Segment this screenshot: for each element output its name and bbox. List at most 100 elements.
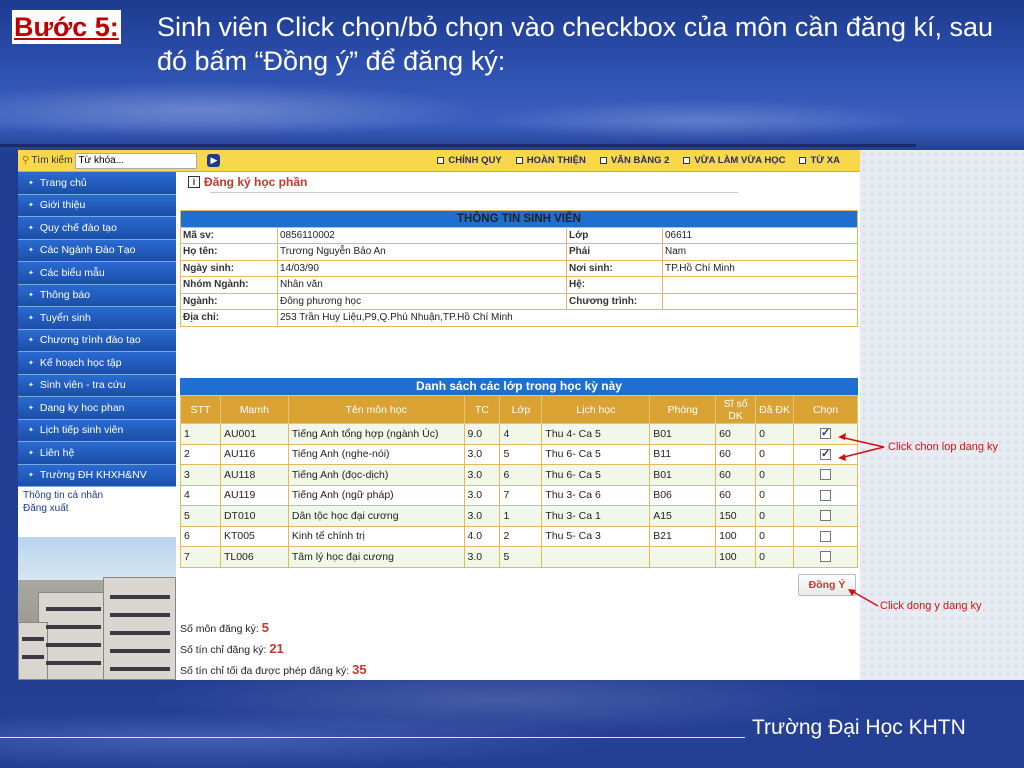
cell-tc: 3.0: [463, 464, 501, 486]
sidebar-item-label: Sinh viên - tra cứu: [39, 379, 126, 392]
cell-lop: 1: [499, 505, 543, 527]
info-key: Phái: [566, 243, 663, 261]
cell-lich: Thu 3- Ca 1: [541, 505, 651, 527]
link-label: HOÀN THIỆN: [526, 155, 586, 166]
cell-phong: A15: [649, 505, 717, 527]
arrow-right-icon: ▶: [210, 155, 218, 165]
cell-stt: 5: [180, 505, 221, 527]
bullet-icon: ✦: [28, 404, 34, 412]
summary-value: 35: [352, 662, 367, 677]
sidebar-item[interactable]: ✦ Liên hệ: [18, 442, 176, 465]
cell-tc: 3.0: [463, 443, 501, 465]
sidebar-item[interactable]: ✦ Kế hoạch học tập: [18, 352, 176, 375]
cell-stt: 3: [180, 464, 221, 486]
annotation-click-row: Click chon lop dang ky: [888, 441, 999, 453]
cell-select: [793, 505, 858, 527]
checkbox-icon: [799, 156, 807, 164]
table-row: 7 TL006 Tâm lý học đại cương 3.0 5 100 0: [180, 546, 858, 568]
sidebar-item[interactable]: ✦ Quy chế đào tạo: [18, 217, 176, 240]
bullet-icon: ✦: [28, 382, 34, 390]
info-value: 06611: [662, 226, 858, 244]
info-key: Địa chỉ:: [180, 309, 278, 327]
cell-ten: Tâm lý học đại cương: [287, 546, 465, 568]
cell-siso: 60: [715, 464, 757, 486]
cell-stt: 4: [180, 484, 221, 506]
sidebar-item[interactable]: ✦ Các biểu mẫu: [18, 262, 176, 285]
select-checkbox[interactable]: [820, 530, 831, 542]
annotation-click-agree: Click dong y dang ky: [880, 600, 982, 612]
cell-tc: 9.0: [463, 423, 501, 445]
sidebar-item-label: Lịch tiếp sinh viên: [39, 424, 124, 437]
sidebar-item-label: Kế hoạch học tập: [39, 356, 122, 369]
column-header: Chọn: [793, 395, 858, 424]
select-checkbox[interactable]: [820, 447, 831, 460]
cell-dadk: 0: [755, 546, 795, 568]
cell-lich: Thu 6- Ca 5: [541, 443, 651, 465]
sidebar-item[interactable]: ✦ Giới thiệu: [18, 194, 176, 217]
cell-phong: B21: [649, 525, 717, 547]
class-list-title: Danh sách các lớp trong học kỳ này: [180, 378, 858, 395]
cell-select: [793, 443, 858, 465]
select-checkbox[interactable]: [820, 489, 831, 501]
link-label: VĂN BẰNG 2: [610, 155, 670, 166]
select-checkbox[interactable]: [820, 426, 831, 440]
info-value: Nam: [662, 243, 858, 261]
sidebar-item[interactable]: ✦ Dang ky hoc phan: [18, 397, 176, 420]
summary-label: Số môn đăng ký:: [180, 623, 259, 635]
sidebar-item[interactable]: ✦ Thông báo: [18, 284, 176, 307]
cell-mamh: AU001: [219, 423, 289, 445]
summary-courses: Số môn đăng ký: 5: [180, 618, 367, 639]
cell-tc: 3.0: [463, 484, 501, 506]
search-label: Tìm kiếm: [31, 155, 73, 166]
summary-label: Số tín chỉ đăng ký:: [180, 644, 267, 656]
agree-button[interactable]: Đồng Ý: [798, 574, 856, 596]
info-value: 0856110002: [277, 226, 567, 244]
cell-tc: 3.0: [463, 505, 501, 527]
info-value: [662, 276, 858, 294]
cell-phong: B01: [649, 464, 717, 486]
sidebar-item[interactable]: ✦ Lịch tiếp sinh viên: [18, 419, 176, 442]
info-key: Họ tên:: [180, 243, 278, 261]
link-chinh-quy[interactable]: CHÍNH QUY: [437, 155, 502, 166]
sidebar-item[interactable]: ✦ Tuyển sinh: [18, 307, 176, 330]
search-go-button[interactable]: ▶: [207, 154, 221, 167]
bullet-icon: ✦: [28, 269, 34, 277]
table-row: 2 AU116 Tiếng Anh (nghe-nói) 3.0 5 Thu 6- Ca …: [180, 443, 858, 465]
info-key: Chương trình:: [566, 292, 663, 310]
sidebar-item[interactable]: ✦ Trang chủ: [18, 172, 176, 195]
sidebar-item[interactable]: ✦ Chương trình đào tạo: [18, 329, 176, 352]
cell-phong: B06: [649, 484, 717, 506]
bullet-icon: ✦: [28, 247, 34, 255]
cell-ten: Tiếng Anh (nghe-nói): [287, 443, 465, 465]
sidebar-item-label: Chương trình đào tạo: [39, 334, 141, 347]
info-key: Hệ:: [566, 276, 663, 294]
cell-siso: 100: [715, 525, 757, 547]
checkbox-icon: [599, 156, 607, 164]
sidebar-item[interactable]: ✦ Trường ĐH KHXH&NV: [18, 464, 176, 487]
select-checkbox[interactable]: [820, 551, 831, 563]
summary-label: Số tín chỉ tối đa được phép đăng ký:: [180, 665, 350, 677]
cell-lop: 4: [499, 423, 543, 445]
link-van-bang-2[interactable]: VĂN BẰNG 2: [599, 155, 670, 166]
link-hoan-thien[interactable]: HOÀN THIỆN: [515, 155, 586, 166]
bullet-icon: ✦: [28, 472, 34, 480]
cell-dadk: 0: [755, 505, 795, 527]
link-vua-lam-vua-hoc[interactable]: VỪA LÀM VỪA HỌC: [683, 155, 785, 166]
search-input[interactable]: [75, 152, 198, 169]
select-checkbox[interactable]: [820, 469, 831, 481]
checkbox-icon: [683, 156, 691, 164]
link-tu-xa[interactable]: TỪ XA: [799, 155, 840, 166]
select-checkbox[interactable]: [820, 510, 831, 522]
search-label-group: ⚲ Tìm kiếm: [22, 155, 72, 166]
sidebar-item[interactable]: ✦ Các Ngành Đào Tạo: [18, 239, 176, 262]
header-divider: [0, 144, 916, 147]
link-personal-info[interactable]: Thông tin cá nhân: [23, 489, 171, 502]
info-key: Nơi sinh:: [566, 259, 663, 277]
program-links: CHÍNH QUY HOÀN THIỆN VĂN BẰNG 2 VỪA LÀM …: [437, 155, 840, 166]
cell-siso: 100: [715, 546, 757, 568]
sidebar-item[interactable]: ✦ Sinh viên - tra cứu: [18, 374, 176, 397]
info-value: [662, 292, 858, 310]
link-logout[interactable]: Đăng xuất: [23, 502, 171, 515]
cell-lop: 6: [499, 464, 543, 486]
column-header: STT: [180, 395, 221, 424]
